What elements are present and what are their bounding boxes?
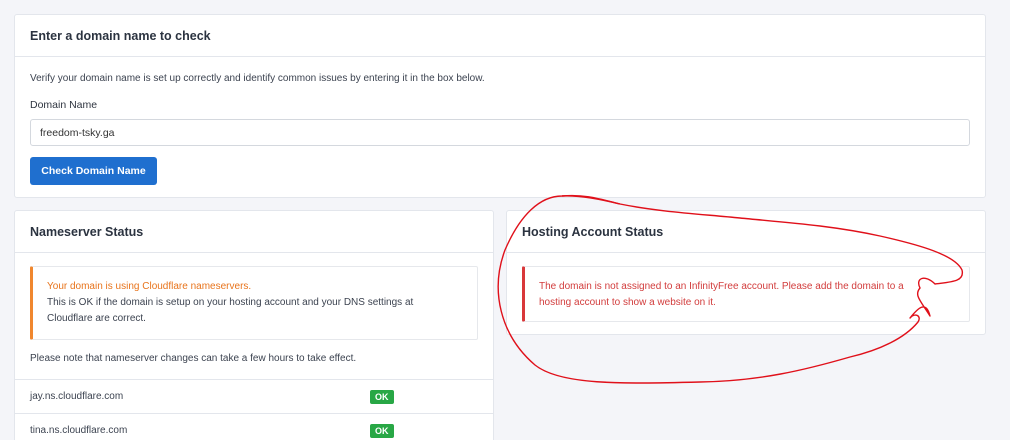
cloudflare-warning-alert: Your domain is using Cloudflare nameserv…	[30, 266, 478, 340]
nameserver-note: Please note that nameserver changes can …	[30, 353, 357, 364]
nameserver-row: tina.ns.cloudflare.com OK	[15, 413, 493, 440]
domain-check-card: Enter a domain name to check Verify your…	[14, 14, 986, 198]
alert-title: Your domain is using Cloudflare nameserv…	[47, 281, 252, 292]
domain-check-title: Enter a domain name to check	[15, 15, 985, 57]
alert-text-line: This is OK if the domain is setup on you…	[47, 297, 414, 308]
nameserver-status-title: Nameserver Status	[15, 211, 493, 253]
alert-text-line: Cloudflare are correct.	[47, 313, 146, 324]
nameserver-name: tina.ns.cloudflare.com	[30, 425, 128, 436]
nameserver-name: jay.ns.cloudflare.com	[30, 391, 124, 402]
ok-status-badge: OK	[370, 389, 394, 404]
alert-text-line: hosting account to show a website on it.	[539, 297, 716, 308]
alert-text-line: The domain is not assigned to an Infinit…	[539, 281, 904, 292]
domain-not-assigned-alert: The domain is not assigned to an Infinit…	[522, 266, 970, 322]
domain-name-label: Domain Name	[30, 99, 98, 111]
domain-check-intro: Verify your domain name is set up correc…	[30, 73, 485, 84]
hosting-account-status-title: Hosting Account Status	[507, 211, 985, 253]
check-domain-button[interactable]: Check Domain Name	[30, 157, 157, 185]
nameserver-row: jay.ns.cloudflare.com OK	[15, 379, 493, 413]
domain-name-input[interactable]	[30, 119, 970, 146]
ok-status-badge: OK	[370, 423, 394, 438]
nameserver-status-card: Nameserver Status Your domain is using C…	[14, 210, 494, 440]
hosting-account-status-card: Hosting Account Status The domain is not…	[506, 210, 986, 335]
